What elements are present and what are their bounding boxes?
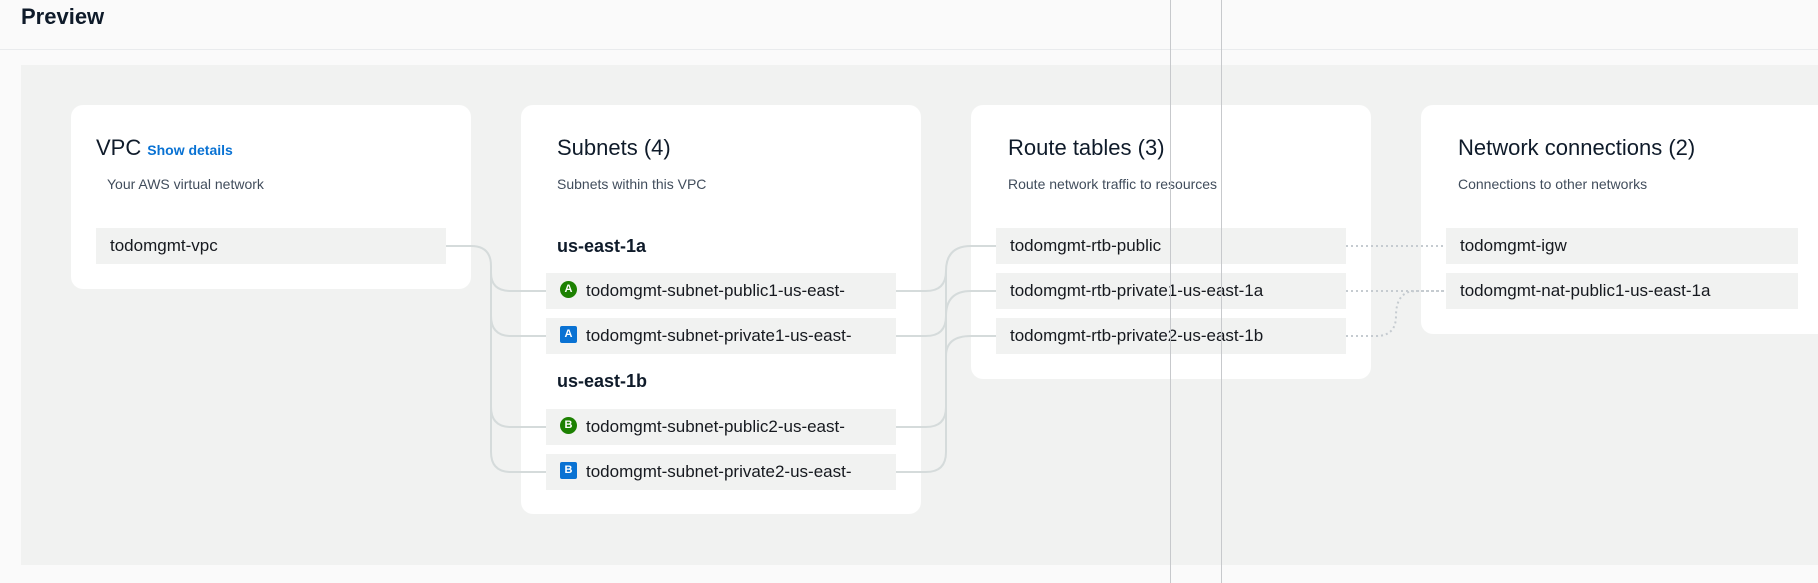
private-subnet-badge-icon: B bbox=[560, 462, 577, 480]
vpc-title: VPC Show details bbox=[96, 135, 233, 161]
vpc-description: Your AWS virtual network bbox=[107, 176, 264, 192]
public-subnet-badge-icon: A bbox=[560, 281, 577, 299]
route-tables-description: Route network traffic to resources bbox=[1008, 176, 1218, 192]
vpc-item[interactable]: todomgmt-vpc bbox=[96, 228, 446, 264]
subnet-label: todomgmt-subnet-private1-us-east- bbox=[586, 326, 852, 345]
az-label-us-east-1b: us-east-1b bbox=[557, 371, 648, 391]
route-table-public-item[interactable]: todomgmt-rtb-public bbox=[996, 228, 1346, 264]
subnet-label: todomgmt-subnet-private2-us-east- bbox=[586, 462, 852, 481]
subnets-description: Subnets within this VPC bbox=[557, 176, 707, 192]
network-connections-title: Network connections (2) bbox=[1458, 135, 1696, 160]
network-connection-igw-item[interactable]: todomgmt-igw bbox=[1446, 228, 1798, 264]
az-label-us-east-1a: us-east-1a bbox=[557, 236, 647, 256]
subnet-public1-item[interactable]: Atodomgmt-subnet-public1-us-east- bbox=[546, 273, 896, 309]
network-connection-nat-item[interactable]: todomgmt-nat-public1-us-east-1a bbox=[1446, 273, 1798, 309]
page-title: Preview bbox=[21, 4, 105, 29]
subnets-card: Subnets (4) Subnets within this VPC us-e… bbox=[521, 105, 921, 514]
show-details-link[interactable]: Show details bbox=[147, 142, 233, 158]
subnets-title: Subnets (4) bbox=[557, 135, 671, 160]
route-tables-title: Route tables (3) bbox=[1008, 135, 1165, 160]
preview-header: Preview bbox=[0, 0, 1818, 50]
subnet-label: todomgmt-subnet-public2-us-east- bbox=[586, 417, 845, 436]
network-connections-description: Connections to other networks bbox=[1458, 176, 1648, 192]
overlay-divider-line bbox=[1170, 0, 1171, 583]
route-table-private1-item[interactable]: todomgmt-rtb-private1-us-east-1a bbox=[996, 273, 1346, 309]
subnet-private2-item[interactable]: Btodomgmt-subnet-private2-us-east- bbox=[546, 454, 896, 490]
private-subnet-badge-icon: A bbox=[560, 326, 577, 344]
public-subnet-badge-icon: B bbox=[560, 417, 577, 435]
overlay-divider-line bbox=[1221, 0, 1222, 583]
route-table-private2-item[interactable]: todomgmt-rtb-private2-us-east-1b bbox=[996, 318, 1346, 354]
preview-canvas: VPC Show details Your AWS virtual network… bbox=[21, 65, 1818, 565]
network-connections-card: Network connections (2) Connections to o… bbox=[1421, 105, 1818, 334]
route-tables-card: Route tables (3) Route network traffic t… bbox=[971, 105, 1371, 379]
vpc-card: VPC Show details Your AWS virtual network… bbox=[71, 105, 471, 289]
subnet-public2-item[interactable]: Btodomgmt-subnet-public2-us-east- bbox=[546, 409, 896, 445]
vpc-title-text: VPC bbox=[96, 135, 142, 160]
subnet-private1-item[interactable]: Atodomgmt-subnet-private1-us-east- bbox=[546, 318, 896, 354]
subnet-label: todomgmt-subnet-public1-us-east- bbox=[586, 281, 845, 300]
